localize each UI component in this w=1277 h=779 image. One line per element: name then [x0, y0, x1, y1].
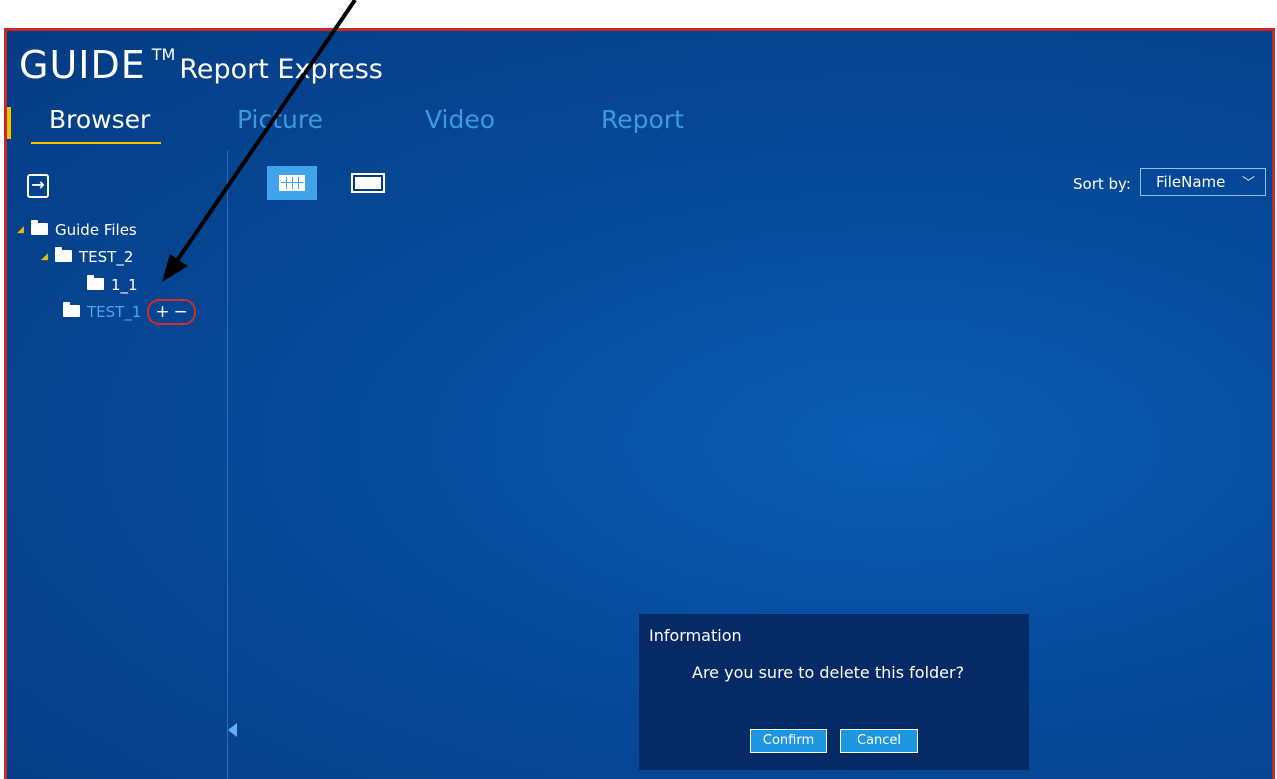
- app-window: GUIDE TM Report Express Browser Picture Vi…: [4, 28, 1275, 779]
- tab-picture[interactable]: Picture: [237, 105, 323, 134]
- grid-view-icon: [279, 175, 305, 191]
- active-tab-underline: [31, 142, 161, 144]
- brand-product: Report Express: [179, 54, 383, 85]
- cancel-button[interactable]: Cancel: [840, 729, 918, 753]
- dialog-title: Information: [649, 626, 742, 645]
- sort-select[interactable]: FileName ﹀: [1140, 168, 1266, 196]
- tree-item-label: TEST_2: [79, 248, 134, 266]
- brand-name: GUIDE: [19, 43, 146, 87]
- tree-item-label: Guide Files: [55, 221, 137, 239]
- add-folder-button[interactable]: +: [155, 302, 169, 322]
- tree-item-1-1[interactable]: 1_1: [87, 274, 138, 296]
- remove-folder-button[interactable]: −: [174, 302, 188, 322]
- grid-view-button[interactable]: [267, 166, 317, 200]
- tree-item-test-1[interactable]: TEST_1 + −: [63, 299, 196, 325]
- folder-icon: [31, 220, 48, 235]
- tree-item-test-2[interactable]: ◢ TEST_2: [41, 246, 133, 268]
- single-view-icon: [351, 173, 385, 193]
- active-tab-marker: [7, 107, 11, 139]
- dialog-message: Are you sure to delete this folder?: [692, 663, 965, 682]
- tab-video[interactable]: Video: [425, 105, 495, 134]
- main-tabs: Browser Picture Video Report: [7, 105, 807, 145]
- folder-icon: [87, 275, 104, 290]
- folder-icon: [63, 302, 80, 317]
- confirm-delete-dialog: Information Are you sure to delete this …: [639, 614, 1029, 770]
- tree-item-guide-files[interactable]: ◢ Guide Files: [17, 219, 137, 241]
- sidebar-divider: [227, 151, 228, 779]
- tab-browser[interactable]: Browser: [49, 105, 150, 134]
- confirm-button[interactable]: Confirm: [750, 729, 827, 753]
- brand-trademark: TM: [151, 45, 176, 64]
- tree-item-label: TEST_1: [87, 303, 142, 321]
- chevron-down-icon: ﹀: [1241, 176, 1255, 191]
- folder-add-remove-controls: + −: [147, 299, 196, 325]
- sort-value: FileName: [1156, 173, 1226, 191]
- tree-item-label: 1_1: [111, 276, 138, 294]
- folder-icon: [55, 247, 72, 262]
- sort-label: Sort by:: [1073, 175, 1131, 193]
- tab-report[interactable]: Report: [601, 105, 684, 134]
- single-view-button[interactable]: [349, 171, 387, 195]
- exit-icon[interactable]: →: [27, 174, 49, 198]
- brand-logo: GUIDE TM Report Express: [19, 43, 383, 87]
- expand-caret-icon[interactable]: ◢: [17, 225, 27, 235]
- expand-caret-icon[interactable]: ◢: [41, 252, 51, 262]
- collapse-sidebar-icon[interactable]: [228, 723, 237, 737]
